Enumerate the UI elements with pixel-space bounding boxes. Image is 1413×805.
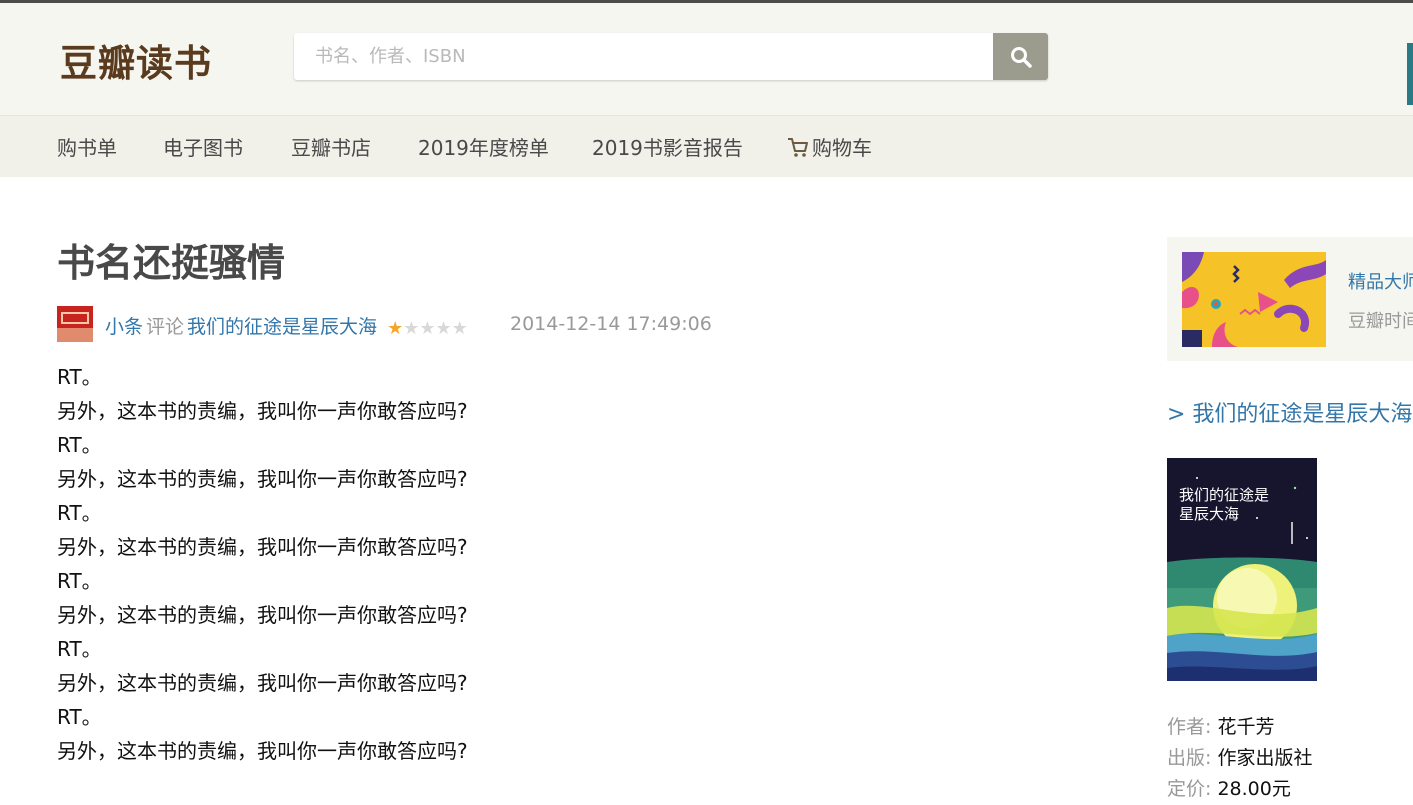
price-value: 28.00元 bbox=[1217, 778, 1291, 800]
search-icon bbox=[1011, 47, 1032, 68]
content-line: 另外，这本书的责编，我叫你一声你敢答应吗? bbox=[57, 739, 468, 763]
content-line: RT。 bbox=[57, 569, 102, 593]
book-cover[interactable]: 我们的征途是星辰大海 bbox=[1167, 458, 1317, 681]
review-date: 2014-12-14 17:49:06 bbox=[510, 313, 712, 335]
content-line: 另外，这本书的责编，我叫你一声你敢答应吗? bbox=[57, 603, 468, 627]
publisher-value: 作家出版社 bbox=[1217, 747, 1313, 769]
search-input[interactable] bbox=[294, 33, 994, 80]
star-empty-icon: ★ bbox=[435, 318, 452, 339]
review-content: RT。 另外，这本书的责编，我叫你一声你敢答应吗? RT。 另外，这本书的责编，… bbox=[57, 360, 468, 768]
info-row-price: 定价: 28.00元 bbox=[1167, 774, 1312, 805]
review-action: 评论 bbox=[146, 316, 185, 338]
reviewer-name[interactable]: 小条 bbox=[105, 316, 143, 338]
content-line: RT。 bbox=[57, 501, 102, 525]
info-row-publisher: 出版: 作家出版社 bbox=[1167, 743, 1312, 774]
review-title: 书名还挺骚情 bbox=[57, 241, 286, 285]
content-line: 另外，这本书的责编，我叫你一声你敢答应吗? bbox=[57, 399, 468, 423]
content-line: RT。 bbox=[57, 637, 102, 661]
info-row-author: 作者: 花千芳 bbox=[1167, 712, 1312, 743]
ad-subtitle: 豆瓣时间 bbox=[1348, 311, 1413, 332]
avatar[interactable] bbox=[57, 306, 93, 342]
info-key: 作者: bbox=[1167, 716, 1212, 738]
star-empty-icon: ★ bbox=[403, 318, 420, 339]
book-info: 作者: 花千芳 出版: 作家出版社 定价: 28.00元 bbox=[1167, 712, 1312, 805]
search-button[interactable] bbox=[993, 33, 1048, 80]
reviewed-book-link[interactable]: 我们的征途是星辰大海 bbox=[187, 316, 377, 338]
site-logo[interactable]: 豆瓣读书 bbox=[60, 33, 212, 87]
sidebar-ad[interactable]: 精品大师 豆瓣时间 bbox=[1167, 237, 1413, 361]
content-line: RT。 bbox=[57, 433, 102, 457]
cart-icon bbox=[788, 138, 808, 157]
ad-image[interactable] bbox=[1182, 252, 1326, 347]
review-meta: 小条 评论 我们的征途是星辰大海 ★★★★★ bbox=[105, 312, 468, 339]
star-empty-icon: ★ bbox=[419, 318, 436, 339]
nav-item-cart-label: 购物车 bbox=[812, 136, 872, 160]
nav-item-2019-ranking[interactable]: 2019年度榜单 bbox=[418, 132, 549, 161]
nav-item-booklist[interactable]: 购书单 bbox=[57, 132, 117, 161]
content-line: 另外，这本书的责编，我叫你一声你敢答应吗? bbox=[57, 467, 468, 491]
content-line: 另外，这本书的责编，我叫你一声你敢答应吗? bbox=[57, 671, 468, 695]
nav-item-bookstore[interactable]: 豆瓣书店 bbox=[291, 132, 371, 161]
info-key: 出版: bbox=[1167, 747, 1212, 769]
nav-item-cart[interactable]: 购物车 bbox=[787, 132, 872, 161]
nav-item-2019-report[interactable]: 2019书影音报告 bbox=[592, 132, 743, 161]
content-line: RT。 bbox=[57, 705, 102, 729]
info-key: 定价: bbox=[1167, 778, 1212, 800]
main-nav: 购书单 电子图书 豆瓣书店 2019年度榜单 2019书影音报告 购物车 bbox=[0, 115, 1413, 177]
search-box bbox=[294, 33, 1048, 80]
ad-title[interactable]: 精品大师 bbox=[1348, 268, 1413, 294]
author-link[interactable]: 花千芳 bbox=[1217, 716, 1274, 738]
rating-stars: ★★★★★ bbox=[387, 317, 468, 339]
content-line: RT。 bbox=[57, 365, 102, 389]
star-filled-icon: ★ bbox=[387, 318, 404, 339]
sidebar-book-link[interactable]: > 我们的征途是星辰大海 bbox=[1167, 396, 1412, 428]
content-line: 另外，这本书的责编，我叫你一声你敢答应吗? bbox=[57, 535, 468, 559]
site-header: 豆瓣读书 bbox=[0, 3, 1413, 133]
star-empty-icon: ★ bbox=[451, 318, 468, 339]
cover-title: 我们的征途是星辰大海 bbox=[1179, 486, 1270, 523]
nav-item-ebooks[interactable]: 电子图书 bbox=[163, 132, 243, 161]
